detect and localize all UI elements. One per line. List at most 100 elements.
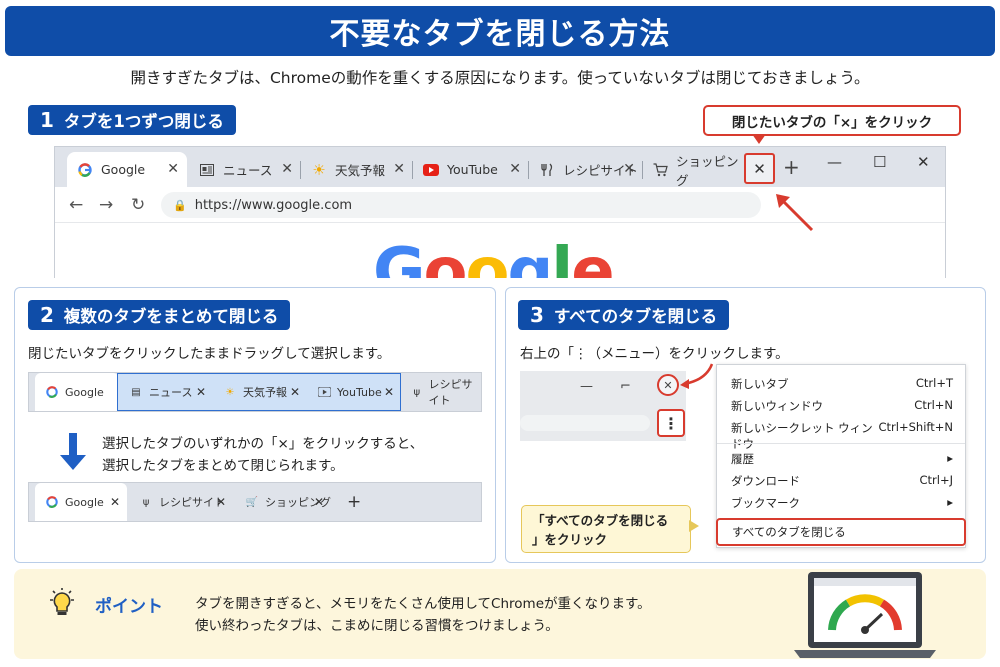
page-title: 不要なタブを閉じる方法 [5, 6, 995, 56]
close-icon[interactable]: ✕ [314, 495, 324, 509]
close-icon[interactable]: ✕ [167, 161, 179, 177]
tab-recipe[interactable]: レシピサイト ✕ [529, 152, 643, 187]
pointer-arrow [776, 194, 814, 232]
tip-line2: 使い終わったタブは、こまめに閉じる習慣をつけましょう。 [195, 618, 559, 634]
tab-google[interactable]: Google ✕ [35, 483, 127, 521]
menu-item-bookmarks[interactable]: ブックマーク ▸ [731, 495, 953, 511]
minimize-button[interactable]: — [827, 153, 842, 171]
new-tab-button[interactable]: + [337, 483, 367, 521]
tab-label: YouTube [447, 162, 498, 177]
tab-label: Google [65, 495, 104, 509]
close-icon[interactable]: ✕ [216, 495, 226, 509]
section3-callout-tail [689, 520, 699, 532]
section3-callout: 「すべてのタブを閉じる 」をクリック [521, 505, 691, 553]
forward-icon[interactable]: → [99, 195, 113, 215]
tab-label: YouTube [337, 385, 382, 399]
fork-knife-icon: ψ [142, 496, 150, 508]
section2-note-line2: 選択したタブをまとめて閉じられます。 [102, 458, 344, 474]
tab-strip-after: Google ✕ ψ レシピサイト ✕ 🛒 ショッピング ✕ + [28, 482, 482, 522]
url-text: https://www.google.com [194, 197, 353, 213]
section1-callout: 閉じたいタブの「×」をクリック [703, 105, 961, 136]
section1-label: 1 タブを1つずつ閉じる [28, 105, 236, 135]
tab-google[interactable]: Google [35, 373, 119, 411]
section1-number: 1 [40, 108, 54, 132]
tab-youtube[interactable]: YouTube ✕ [307, 373, 401, 411]
fork-knife-icon [539, 162, 555, 178]
tab-label: ニュース [149, 386, 193, 399]
tab-recipe[interactable]: ψ レシピサイト [401, 373, 483, 411]
tab-label: 天気予報 [335, 163, 386, 178]
lightbulb-icon [50, 588, 74, 615]
intro-text: 開きすぎたタブは、Chromeの動作を重くする原因になります。使っていないタブは… [130, 69, 870, 87]
close-icon[interactable]: ✕ [290, 385, 300, 399]
address-bar[interactable]: 🔒 https://www.google.com [161, 192, 761, 218]
tab-shopping[interactable]: 🛒 ショッピング ✕ [235, 483, 331, 521]
highlighted-close-tab-button[interactable]: ✕ [744, 153, 775, 184]
section1-callout-tail [752, 134, 766, 144]
section2-description: 閉じたいタブをクリックしたままドラッグして選択します。 [28, 346, 391, 362]
close-icon[interactable]: ✕ [393, 161, 405, 177]
maximize-button[interactable]: ⌐ [620, 379, 631, 394]
tab-label: ニュース [223, 163, 273, 178]
back-icon[interactable]: ← [69, 195, 83, 215]
close-icon[interactable]: ✕ [110, 495, 120, 509]
section2-number: 2 [40, 303, 54, 327]
tab-weather[interactable]: ☀ 天気予報 ✕ [213, 373, 307, 411]
close-window-button[interactable]: ✕ [917, 153, 930, 171]
google-icon [45, 385, 59, 399]
menu-item-new-tab[interactable]: 新しいタブ Ctrl+T [731, 376, 953, 392]
tab-label: レシピサイト [428, 378, 473, 407]
close-icon[interactable]: ✕ [196, 385, 206, 399]
tab-label: 天気予報 [243, 386, 287, 399]
section3-number: 3 [530, 303, 544, 327]
tab-recipe[interactable]: ψ レシピサイト ✕ [129, 483, 233, 521]
tab-google[interactable]: Google ✕ [67, 152, 187, 187]
sun-icon: ☀ [312, 160, 326, 179]
menu-item-downloads[interactable]: ダウンロード Ctrl+J [731, 473, 953, 489]
tab-label: Google [101, 162, 146, 177]
tab-news[interactable]: ニュース ✕ [189, 152, 301, 187]
section3-description: 右上の「⋮（メニュー）をクリックします。 [520, 346, 789, 362]
youtube-icon [317, 385, 331, 399]
close-icon[interactable]: ✕ [509, 161, 521, 177]
minimize-button[interactable]: — [580, 379, 593, 394]
close-icon[interactable]: ✕ [623, 161, 635, 177]
reload-icon[interactable]: ↻ [131, 195, 145, 215]
section2-title: 複数のタブをまとめて閉じる [63, 307, 279, 326]
menu-item-close-all-tabs[interactable]: すべてのタブを閉じる [716, 518, 966, 546]
cart-icon: 🛒 [245, 496, 259, 508]
google-logo: Google [373, 235, 615, 278]
laptop-speedometer-icon [794, 572, 936, 658]
cart-icon [653, 162, 668, 178]
newspaper-icon [199, 162, 215, 178]
section1-title: タブを1つずつ閉じる [63, 112, 224, 131]
tip-line1: タブを開きすぎると、メモリをたくさん使用してChromeが重くなります。 [195, 596, 651, 612]
close-icon[interactable]: ✕ [384, 385, 394, 399]
down-arrow-icon [69, 433, 77, 457]
fork-knife-icon: ψ [413, 386, 421, 398]
new-tab-button[interactable]: + [783, 155, 800, 179]
tab-strip-selected: Google ▤ ニュース ✕ ☀ 天気予報 ✕ YouTube ✕ ψ レシピ… [28, 372, 482, 412]
menu-item-new-window[interactable]: 新しいウィンドウ Ctrl+N [731, 398, 953, 414]
section3-label: 3 すべてのタブを閉じる [518, 300, 730, 330]
sun-icon: ☀ [225, 386, 235, 398]
menu-item-incognito[interactable]: 新しいシークレット ウィンドウ Ctrl+Shift+N [731, 420, 953, 452]
menu-item-history[interactable]: 履歴 ▸ [731, 451, 953, 467]
tab-news[interactable]: ▤ ニュース ✕ [119, 373, 213, 411]
section2-note-line1: 選択したタブのいずれかの「×」をクリックすると、 [102, 436, 424, 452]
tab-weather[interactable]: ☀ 天気予報 ✕ [301, 152, 413, 187]
tab-bar: Google ✕ ニュース ✕ ☀ 天気予報 ✕ YouTube ✕ レシピサイ… [55, 147, 945, 188]
maximize-button[interactable]: ☐ [873, 153, 886, 171]
youtube-icon [423, 162, 439, 178]
section3-title: すべてのタブを閉じる [553, 307, 718, 326]
google-icon [45, 495, 59, 509]
tip-title: ポイント [95, 597, 163, 617]
tab-label: Google [65, 385, 104, 399]
menu-kebab-button[interactable]: ⋮ [657, 409, 685, 437]
down-arrow-head [60, 455, 86, 470]
close-icon[interactable]: ✕ [281, 161, 293, 177]
google-icon [77, 162, 93, 178]
tab-shopping[interactable]: ショッピング [643, 152, 743, 188]
tab-youtube[interactable]: YouTube ✕ [413, 152, 529, 187]
tab-label: ショッピング [676, 153, 739, 188]
